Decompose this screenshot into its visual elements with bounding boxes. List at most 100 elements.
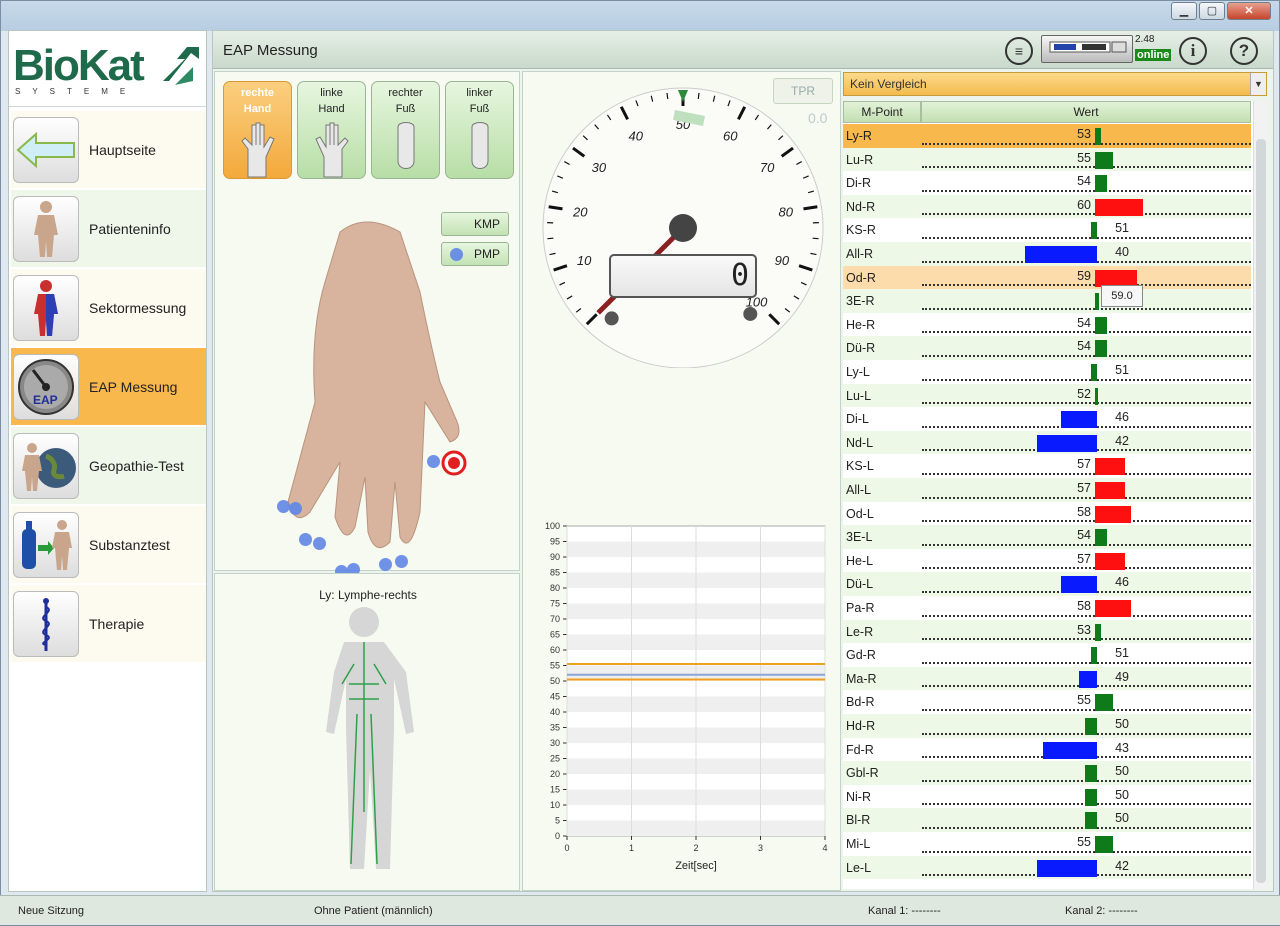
lymph-body-illustration — [326, 607, 414, 869]
table-row[interactable]: All-R 40 — [843, 242, 1251, 266]
button-label: rechter — [388, 87, 423, 99]
maximize-button[interactable]: ▢ — [1199, 2, 1225, 20]
chart-y-tick-label: 25 — [550, 754, 560, 764]
table-row[interactable]: Bd-R 55 — [843, 690, 1251, 714]
row-mpoint: Nd-L — [846, 435, 874, 450]
row-mpoint: Ly-R — [846, 129, 872, 143]
table-row[interactable]: Dü-L 46 — [843, 572, 1251, 596]
table-row[interactable]: Di-R 54 — [843, 171, 1251, 195]
table-row[interactable]: Fd-R 43 — [843, 737, 1251, 762]
status-kanal2: Kanal 2: -------- — [1065, 905, 1138, 917]
row-value-bar — [1095, 529, 1107, 547]
row-value-bar — [1095, 387, 1098, 405]
nav-substanztest[interactable]: Substanztest — [11, 506, 206, 583]
table-row[interactable]: Gbl-R 50 — [843, 761, 1251, 785]
table-row[interactable]: He-R 54 — [843, 312, 1251, 337]
minimize-button[interactable]: ▁ — [1171, 2, 1197, 20]
row-baseline — [922, 661, 1251, 664]
measure-point[interactable] — [313, 537, 326, 550]
row-mpoint: He-R — [846, 317, 876, 332]
nav-patienteninfo[interactable]: Patienteninfo — [11, 190, 206, 267]
nav-geopathie-test[interactable]: Geopathie-Test — [11, 427, 206, 504]
table-row[interactable]: Od-L 58 — [843, 501, 1251, 526]
table-row[interactable]: Ni-R 50 — [843, 784, 1251, 809]
table-row[interactable]: Di-L 46 — [843, 407, 1251, 431]
table-row[interactable]: 3E-L 54 — [843, 525, 1251, 549]
row-baseline — [922, 331, 1251, 334]
gauge-tick-label: 70 — [760, 160, 775, 175]
row-baseline — [922, 708, 1251, 711]
table-row[interactable]: Ly-L 51 — [843, 360, 1251, 384]
nav-therapie[interactable]: Therapie — [11, 585, 206, 662]
main-header: EAP Messung ≡ 2.48 online i ? — [213, 31, 1273, 69]
row-mpoint: 3E-R — [846, 294, 875, 309]
active-point-target-icon[interactable] — [441, 450, 467, 476]
button-rechte-hand[interactable]: rechte Hand — [223, 81, 292, 179]
table-row[interactable]: KS-R 51 — [843, 218, 1251, 242]
table-row[interactable]: Ma-R 49 — [843, 666, 1251, 691]
scrollbar-thumb[interactable] — [1256, 139, 1266, 883]
hand-panel: rechte Hand linke Hand rechter Fuß linke… — [214, 71, 520, 578]
button-label: linke — [320, 87, 343, 99]
nav-eap-messung[interactable]: EAP EAP Messung — [11, 348, 206, 425]
gauge-display: 0 — [609, 254, 757, 298]
row-value-bar — [1095, 600, 1131, 617]
row-value: 50 — [1115, 811, 1129, 826]
table-row[interactable]: Le-L 42 — [843, 855, 1251, 880]
close-button[interactable]: ✕ — [1227, 2, 1271, 20]
measure-point[interactable] — [379, 558, 392, 571]
gauge-tick-label: 20 — [572, 205, 588, 220]
table-row[interactable]: Mi-L 55 — [843, 832, 1251, 856]
table-row[interactable]: Nd-R 60 — [843, 194, 1251, 219]
table-row[interactable]: Nd-L 42 — [843, 430, 1251, 455]
table-row[interactable]: Od-R 59 — [843, 265, 1251, 290]
table-row[interactable]: KS-L 57 — [843, 454, 1251, 478]
measure-point[interactable] — [427, 455, 440, 468]
measure-point[interactable] — [395, 555, 408, 568]
nav-sektormessung[interactable]: Sektormessung — [11, 269, 206, 346]
col-header-wert[interactable]: Wert — [921, 101, 1251, 123]
button-linker-fuss[interactable]: linker Fuß — [445, 81, 514, 179]
table-row[interactable]: Gd-R 51 — [843, 643, 1251, 667]
row-value-bar — [1095, 128, 1101, 145]
table-row[interactable]: Lu-L 52 — [843, 383, 1251, 408]
gauge-hub — [669, 214, 697, 242]
table-row[interactable]: Pa-R 58 — [843, 596, 1251, 620]
table-row[interactable]: Hd-R 50 — [843, 714, 1251, 738]
table-scrollbar[interactable] — [1253, 101, 1267, 889]
row-baseline — [922, 567, 1251, 570]
button-rechter-fuss[interactable]: rechter Fuß — [371, 81, 440, 179]
table-row[interactable]: Bl-R 50 — [843, 808, 1251, 832]
table-row[interactable]: Le-R 53 — [843, 619, 1251, 644]
table-row[interactable]: Ly-R 53 — [843, 124, 1251, 148]
compare-dropdown[interactable]: Kein Vergleich ▼ — [843, 72, 1267, 96]
table-row[interactable]: Lu-R 55 — [843, 147, 1251, 172]
measure-point[interactable] — [277, 500, 290, 513]
measure-point[interactable] — [299, 533, 312, 546]
measure-point[interactable] — [289, 502, 302, 515]
row-value: 59 — [1077, 268, 1091, 283]
chevron-down-icon[interactable]: ▼ — [1250, 73, 1266, 95]
col-header-mpoint[interactable]: M-Point — [843, 101, 921, 123]
table-row[interactable]: He-L 57 — [843, 548, 1251, 573]
body-caption: Ly: Lymphe-rechts — [319, 588, 417, 602]
row-baseline — [922, 638, 1251, 641]
nav-label: EAP Messung — [89, 378, 178, 395]
row-value-bar — [1091, 647, 1097, 665]
table-row[interactable]: Dü-R 54 — [843, 336, 1251, 360]
menu-icon[interactable]: ≡ — [1005, 37, 1033, 65]
button-linke-hand[interactable]: linke Hand — [297, 81, 366, 179]
nav-hauptseite[interactable]: Hauptseite — [11, 111, 206, 188]
table-row[interactable]: 3E-R — [843, 289, 1251, 313]
gauge-panel: TPR 0.0 10 20 30 40 50 60 70 80 90 100 0 0 5 10 15 20… — [522, 71, 841, 891]
info-icon[interactable]: i — [1179, 37, 1207, 65]
chart-y-tick-label: 0 — [555, 831, 560, 841]
foot-icon — [471, 122, 488, 169]
version-label: 2.48 — [1135, 34, 1155, 45]
help-icon[interactable]: ? — [1230, 37, 1258, 65]
row-value: 58 — [1077, 504, 1091, 519]
table-row[interactable]: All-L 57 — [843, 478, 1251, 502]
row-value-bar — [1061, 576, 1097, 594]
online-status: online — [1135, 49, 1172, 61]
nav-label: Geopathie-Test — [89, 457, 184, 474]
